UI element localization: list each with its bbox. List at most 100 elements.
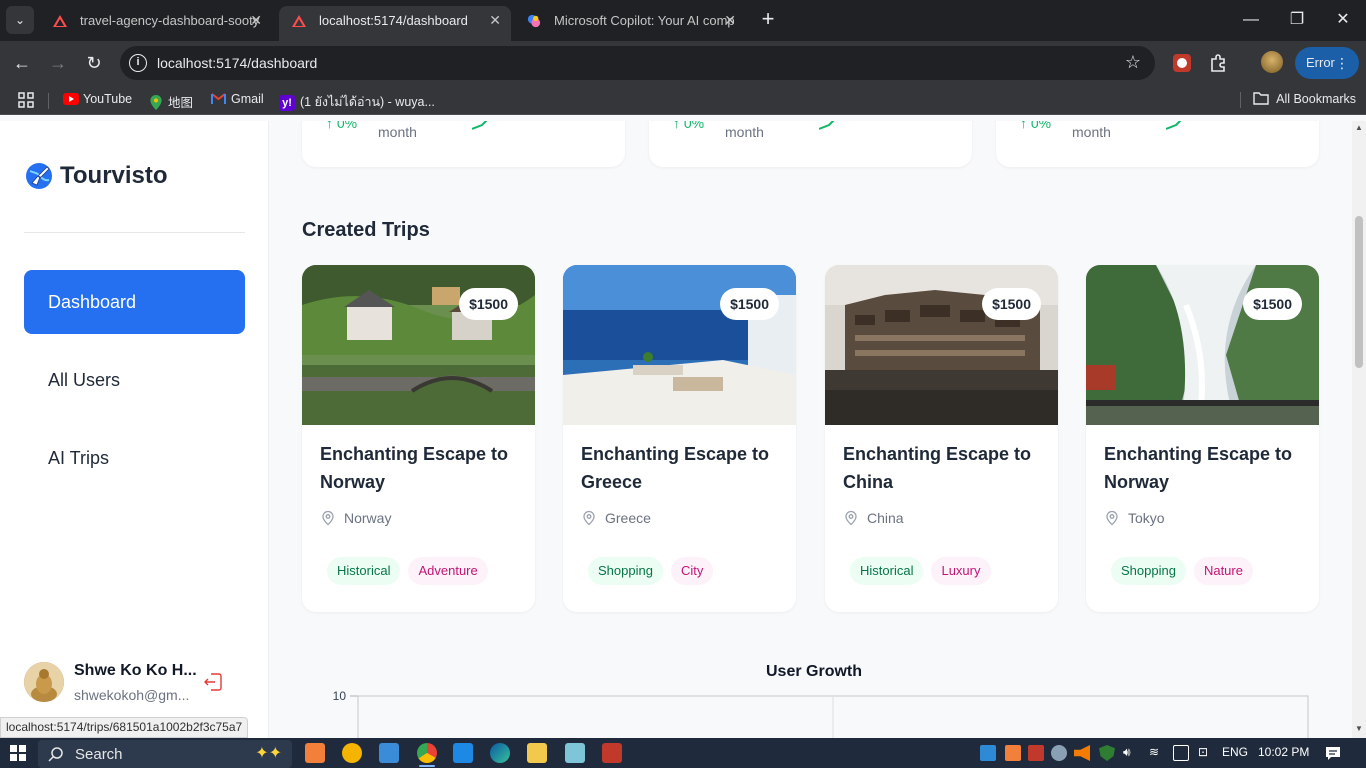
trip-location-label: Tokyo xyxy=(1128,510,1165,526)
remote-desktop-app-icon[interactable] xyxy=(379,743,399,763)
all-bookmarks-button[interactable]: All Bookmarks xyxy=(1253,92,1356,106)
tab-close-icon[interactable]: ✕ xyxy=(724,6,736,35)
more-menu-icon[interactable]: ⋮ xyxy=(1335,47,1349,79)
bookmark-youtube[interactable]: YouTube xyxy=(63,92,132,106)
browser-tab-copilot[interactable]: Microsoft Copilot: Your AI comp ✕ xyxy=(514,6,746,41)
tag-chip[interactable]: Shopping xyxy=(1111,557,1186,585)
battery-icon[interactable] xyxy=(1173,745,1189,761)
language-indicator[interactable]: ENG xyxy=(1222,745,1248,759)
browser-toolbar: ← → ↻ i localhost:5174/dashboard ☆ Error… xyxy=(0,41,1366,85)
trip-tags: Shopping Nature xyxy=(1111,557,1253,585)
display-icon[interactable]: ⊡ xyxy=(1198,745,1208,759)
profile-avatar[interactable] xyxy=(1261,51,1283,73)
link-status-bar: localhost:5174/trips/681501a1002b2f3c75a… xyxy=(0,717,249,738)
xampp-app-icon[interactable] xyxy=(305,743,325,763)
notepad-app-icon[interactable] xyxy=(565,743,585,763)
trip-location-label: China xyxy=(867,510,904,526)
trip-tags: Shopping City xyxy=(588,557,714,585)
tag-chip[interactable]: Luxury xyxy=(931,557,991,585)
close-window-button[interactable]: ✕ xyxy=(1323,6,1363,34)
location-pin-icon xyxy=(1106,510,1118,526)
restore-window-button[interactable]: ❐ xyxy=(1277,6,1317,34)
folder-app-icon[interactable] xyxy=(342,743,362,763)
pdf-app-icon[interactable] xyxy=(602,743,622,763)
tray-cloud-icon[interactable] xyxy=(1051,745,1067,761)
stat-change: ↑ 0% xyxy=(326,121,357,131)
address-url[interactable]: localhost:5174/dashboard xyxy=(157,55,317,71)
brand[interactable]: Tourvisto xyxy=(24,161,168,191)
address-bar[interactable]: i localhost:5174/dashboard ☆ xyxy=(120,46,1155,80)
tray-speaker-muted-icon[interactable] xyxy=(1074,745,1090,761)
sidebar-item-dashboard[interactable]: Dashboard xyxy=(24,270,245,334)
extensions-puzzle-icon[interactable] xyxy=(1207,51,1231,75)
browser-tab-travel-agency[interactable]: travel-agency-dashboard-sooty ✕ xyxy=(40,6,272,41)
bookmark-yahoo[interactable]: y! (1 ยังไม่ได้อ่าน) - wuya... xyxy=(279,92,435,112)
copilot-favicon-icon xyxy=(527,14,541,28)
avatar-image xyxy=(24,662,64,702)
taskbar-search[interactable]: Search ✦✦ xyxy=(38,740,292,768)
tag-chip[interactable]: Nature xyxy=(1193,557,1253,585)
browser-tab-dashboard[interactable]: localhost:5174/dashboard ✕ xyxy=(279,6,511,41)
tab-close-icon[interactable]: ✕ xyxy=(250,6,262,35)
sidebar-item-all-users[interactable]: All Users xyxy=(24,348,245,412)
tag-chip[interactable]: Historical xyxy=(327,557,401,585)
extension-red-icon[interactable] xyxy=(1170,51,1194,75)
windows-start-icon[interactable] xyxy=(10,745,26,761)
tab-title: localhost:5174/dashboard xyxy=(319,13,468,28)
tray-security-icon[interactable] xyxy=(1099,745,1115,761)
edge-app-icon[interactable] xyxy=(490,743,510,763)
tag-chip[interactable]: City xyxy=(670,557,714,585)
tray-app-icon[interactable] xyxy=(980,745,996,761)
bookmark-maps[interactable]: 地图 xyxy=(150,92,193,111)
trip-tags: Historical Adventure xyxy=(327,557,488,585)
clock[interactable]: 10:02 PM xyxy=(1258,745,1309,759)
bookmark-label: Gmail xyxy=(231,92,264,106)
forward-button[interactable]: → xyxy=(44,49,72,77)
avatar[interactable] xyxy=(24,662,64,702)
scroll-down-arrow-icon[interactable]: ▼ xyxy=(1355,725,1363,733)
trip-card[interactable]: $1500 Enchanting Escape to Norway Tokyo … xyxy=(1086,265,1319,612)
tray-xampp-icon[interactable] xyxy=(1005,745,1021,761)
back-button[interactable]: ← xyxy=(8,49,36,77)
trip-price: $1500 xyxy=(720,288,779,320)
new-tab-button[interactable]: + xyxy=(756,8,780,32)
file-explorer-app-icon[interactable] xyxy=(527,743,547,763)
youtube-icon xyxy=(63,93,79,105)
vercel-favicon-icon xyxy=(292,15,306,27)
sidebar-item-label: Dashboard xyxy=(48,292,137,312)
sidebar-item-ai-trips[interactable]: AI Trips xyxy=(24,426,245,490)
notifications-icon[interactable] xyxy=(1325,745,1341,761)
vscode-app-icon[interactable] xyxy=(453,743,473,763)
volume-icon[interactable]: 🔊︎ xyxy=(1123,745,1131,760)
tab-search-button[interactable]: ⌄ xyxy=(6,6,34,34)
logout-icon[interactable] xyxy=(202,671,224,693)
stat-period: month xyxy=(1072,124,1111,140)
scroll-thumb[interactable] xyxy=(1355,216,1363,368)
profile-error-button[interactable]: Error ⋮ xyxy=(1295,47,1359,79)
scroll-up-arrow-icon[interactable]: ▲ xyxy=(1355,124,1363,132)
reload-button[interactable]: ↻ xyxy=(80,49,108,77)
tag-chip[interactable]: Historical xyxy=(850,557,924,585)
page-scrollbar[interactable]: ▲ ▼ xyxy=(1352,121,1366,738)
sidebar-divider xyxy=(24,232,245,233)
search-icon xyxy=(48,747,63,762)
bookmark-star-icon[interactable]: ☆ xyxy=(1125,52,1141,73)
site-info-icon[interactable]: i xyxy=(129,54,147,72)
gmail-icon xyxy=(211,93,226,104)
apps-grid-icon[interactable] xyxy=(18,92,34,108)
trip-card[interactable]: $1500 Enchanting Escape to Greece Greece… xyxy=(563,265,796,612)
tab-close-icon[interactable]: ✕ xyxy=(489,6,501,35)
bookmark-gmail[interactable]: Gmail xyxy=(211,92,264,106)
minimize-window-button[interactable]: — xyxy=(1231,6,1271,34)
chrome-app-icon[interactable] xyxy=(417,743,437,763)
trip-card[interactable]: $1500 Enchanting Escape to Norway Norway… xyxy=(302,265,535,612)
tray-pdf-icon[interactable] xyxy=(1028,745,1044,761)
yahoo-icon: y! xyxy=(279,95,295,111)
tag-chip[interactable]: Shopping xyxy=(588,557,663,585)
wifi-icon[interactable]: ≋ xyxy=(1149,745,1159,759)
trip-card[interactable]: $1500 Enchanting Escape to China China H… xyxy=(825,265,1058,612)
bookmarks-separator xyxy=(1240,92,1241,108)
plane-globe-logo-icon xyxy=(26,163,52,189)
tag-chip[interactable]: Adventure xyxy=(408,557,488,585)
stat-change: ↑ 0% xyxy=(673,121,704,131)
